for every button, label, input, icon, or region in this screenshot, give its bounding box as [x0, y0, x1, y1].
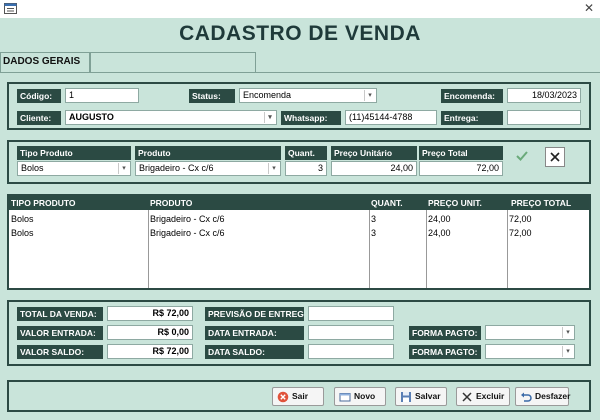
- desfazer-button[interactable]: Desfazer: [515, 387, 571, 406]
- previsao-entrega-label: PREVISÃO DE ENTREGA:: [205, 307, 304, 321]
- form-window-icon: [4, 3, 17, 14]
- novo-label: Novo: [354, 391, 376, 401]
- tipo-produto-value: Bolos: [21, 163, 44, 173]
- novo-button[interactable]: Novo: [334, 387, 386, 406]
- cliente-label: Cliente:: [17, 111, 61, 125]
- chevron-down-icon[interactable]: ▾: [264, 112, 275, 123]
- preco-total-label: Preço Total: [419, 146, 503, 160]
- cell-preco-unit: 24,00: [428, 228, 451, 238]
- status-label: Status:: [189, 89, 235, 103]
- produto-select[interactable]: Brigadeiro - Cx c/6 ▾: [135, 161, 281, 176]
- col-preco-unit: PREÇO UNIT.: [428, 198, 482, 208]
- forma-pagto-label: FORMA PAGTO:: [409, 345, 481, 359]
- window-titlebar: [0, 0, 600, 18]
- undo-icon: [520, 391, 532, 403]
- table-row[interactable]: Bolos Brigadeiro - Cx c/6 3 24,00 72,00: [9, 227, 589, 240]
- chevron-down-icon[interactable]: ▾: [118, 163, 129, 174]
- save-icon: [400, 391, 412, 403]
- status-select[interactable]: Encomenda ▾: [239, 88, 377, 103]
- data-saldo-label: DATA SALDO:: [205, 345, 304, 359]
- chevron-down-icon[interactable]: ▾: [268, 163, 279, 174]
- forma-pagto-saldo-select[interactable]: ▾: [485, 344, 575, 359]
- codigo-label: Código:: [17, 89, 61, 103]
- close-icon[interactable]: ✕: [583, 1, 595, 15]
- forma-pagto-entrada-select[interactable]: ▾: [485, 325, 575, 340]
- table-row[interactable]: Bolos Brigadeiro - Cx c/6 3 24,00 72,00: [9, 213, 589, 226]
- valor-entrada-label: VALOR ENTRADA:: [17, 326, 103, 340]
- produto-label: Produto: [135, 146, 281, 160]
- entrega-label: Entrega:: [441, 111, 503, 125]
- preco-total-field[interactable]: 72,00: [419, 161, 503, 176]
- preco-unitario-label: Preço Unitário: [331, 146, 417, 160]
- delete-icon: [461, 391, 473, 403]
- preco-unitario-field[interactable]: 24,00: [331, 161, 417, 176]
- sair-button[interactable]: Sair: [272, 387, 324, 406]
- cancel-item-button[interactable]: [545, 147, 565, 167]
- total-venda-field: R$ 72,00: [107, 306, 193, 321]
- whatsapp-field[interactable]: (11)45144-4788: [345, 110, 437, 125]
- whatsapp-label: Whatsapp:: [281, 111, 341, 125]
- cliente-select[interactable]: AUGUSTO ▾: [65, 110, 277, 125]
- grid-header: TIPO PRODUTO PRODUTO QUANT. PREÇO UNIT. …: [9, 196, 589, 210]
- total-venda-label: TOTAL DA VENDA:: [17, 307, 103, 321]
- cell-tipo: Bolos: [11, 214, 34, 224]
- encomenda-label: Encomenda:: [441, 89, 503, 103]
- excluir-label: Excluir: [476, 391, 505, 401]
- cell-preco-total: 72,00: [509, 228, 532, 238]
- tipo-produto-select[interactable]: Bolos ▾: [17, 161, 131, 176]
- forma-pagto-label: FORMA PAGTO:: [409, 326, 481, 340]
- tipo-produto-label: Tipo Produto: [17, 146, 131, 160]
- tab-dados-gerais[interactable]: DADOS GERAIS: [0, 52, 90, 72]
- col-produto: PRODUTO: [150, 198, 193, 208]
- status-value: Encomenda: [243, 90, 292, 100]
- desfazer-label: Desfazer: [535, 391, 571, 401]
- new-record-icon: [339, 391, 351, 403]
- encomenda-date-field[interactable]: 18/03/2023: [507, 88, 581, 103]
- chevron-down-icon[interactable]: ▾: [562, 346, 573, 357]
- col-preco-total: PREÇO TOTAL: [511, 198, 572, 208]
- valor-saldo-field: R$ 72,00: [107, 344, 193, 359]
- cliente-value: AUGUSTO: [69, 112, 114, 122]
- salvar-label: Salvar: [415, 391, 441, 401]
- items-grid[interactable]: TIPO PRODUTO PRODUTO QUANT. PREÇO UNIT. …: [7, 194, 591, 290]
- valor-saldo-label: VALOR SALDO:: [17, 345, 103, 359]
- salvar-button[interactable]: Salvar: [395, 387, 447, 406]
- col-tipo-produto: TIPO PRODUTO: [11, 198, 76, 208]
- valor-entrada-field[interactable]: R$ 0,00: [107, 325, 193, 340]
- previsao-entrega-field[interactable]: [308, 306, 394, 321]
- cell-produto: Brigadeiro - Cx c/6: [150, 228, 225, 238]
- quant-label: Quant.: [285, 146, 327, 160]
- codigo-field[interactable]: 1: [65, 88, 139, 103]
- quant-field[interactable]: 3: [285, 161, 327, 176]
- cell-quant: 3: [371, 214, 377, 224]
- cell-quant: 3: [371, 228, 377, 238]
- cell-tipo: Bolos: [11, 228, 34, 238]
- data-entrada-label: DATA ENTRADA:: [205, 326, 304, 340]
- page-title: CADASTRO DE VENDA: [179, 22, 421, 45]
- exit-icon: [277, 391, 289, 403]
- excluir-button[interactable]: Excluir: [456, 387, 510, 406]
- check-icon[interactable]: [515, 149, 529, 163]
- col-quant: QUANT.: [371, 198, 403, 208]
- close-icon: [550, 152, 560, 162]
- cell-produto: Brigadeiro - Cx c/6: [150, 214, 225, 224]
- sair-label: Sair: [292, 391, 309, 401]
- chevron-down-icon[interactable]: ▾: [364, 90, 375, 101]
- tab-empty: [90, 52, 256, 72]
- data-entrada-field[interactable]: [308, 325, 394, 340]
- produto-value: Brigadeiro - Cx c/6: [139, 163, 214, 173]
- cell-preco-unit: 24,00: [428, 214, 451, 224]
- data-saldo-field[interactable]: [308, 344, 394, 359]
- chevron-down-icon[interactable]: ▾: [562, 327, 573, 338]
- cell-preco-total: 72,00: [509, 214, 532, 224]
- entrega-date-field[interactable]: [507, 110, 581, 125]
